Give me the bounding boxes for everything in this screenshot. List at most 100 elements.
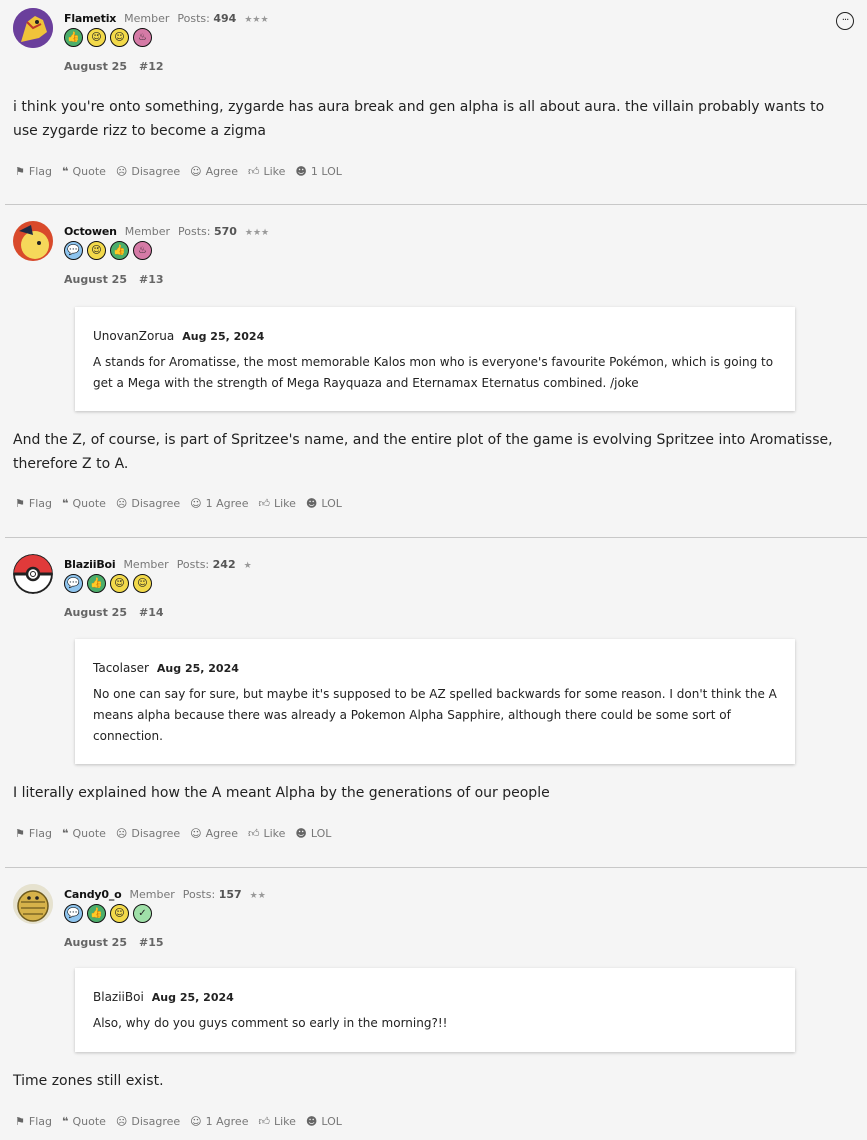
agree-button[interactable]: ☺ Agree: [190, 827, 238, 840]
post-number[interactable]: #15: [139, 936, 164, 949]
avatar[interactable]: [13, 554, 53, 594]
disagree-face-icon: ☹: [115, 165, 128, 178]
quote-text: No one can say for sure, but maybe it's …: [93, 687, 777, 743]
flag-button[interactable]: ⚑ Flag: [15, 1115, 52, 1128]
post-dateline: August 25 #14: [64, 606, 164, 619]
quote-date[interactable]: Aug 25, 2024: [182, 330, 264, 343]
quote-date[interactable]: Aug 25, 2024: [152, 991, 234, 1004]
agree-face-icon: ☺: [190, 827, 202, 840]
agree-button[interactable]: ☺ 1 Agree: [190, 497, 248, 510]
flag-button[interactable]: ⚑ Flag: [15, 165, 52, 178]
flag-button[interactable]: ⚑ Flag: [15, 497, 52, 510]
lol-button[interactable]: ☻ LOL: [306, 497, 342, 510]
post-count: Posts: 242: [176, 558, 236, 571]
checkmark-badge-icon: ✓: [133, 904, 152, 923]
like-button[interactable]: 👍︎ Like: [258, 1115, 295, 1128]
user-meta: BlaziiBoi Member Posts: 242 ★: [64, 558, 252, 571]
quote-date[interactable]: Aug 25, 2024: [157, 662, 239, 675]
wink-badge-icon: 😉: [110, 574, 129, 593]
user-meta: Octowen Member Posts: 570 ★★★: [64, 225, 269, 238]
post-count: Posts: 494: [177, 12, 237, 25]
quote-block: Tacolaser Aug 25, 2024 No one can say for…: [75, 639, 795, 764]
thumbs-up-badge-icon: 👍: [87, 904, 106, 923]
post-dateline: August 25 #15: [64, 936, 164, 949]
flag-icon: ⚑: [15, 827, 25, 840]
thumbs-up-badge-icon: 👍: [87, 574, 106, 593]
post-date[interactable]: August 25: [64, 60, 127, 73]
rank-stars: ★★★: [244, 15, 269, 25]
post-divider: [5, 204, 867, 205]
agree-face-icon: ☺: [190, 165, 202, 178]
agree-button[interactable]: ☺ Agree: [190, 165, 238, 178]
quote-block: UnovanZorua Aug 25, 2024 A stands for Aro…: [75, 307, 795, 411]
disagree-button[interactable]: ☹ Disagree: [116, 1115, 180, 1128]
speech-bubble-badge-icon: 💬: [64, 574, 83, 593]
badge-row: 💬 👍 😉 ☺: [64, 574, 152, 593]
quote-author[interactable]: Tacolaser: [93, 661, 149, 675]
avatar[interactable]: [13, 8, 53, 48]
quote-author[interactable]: UnovanZorua: [93, 329, 174, 343]
badge-row: 👍 😉 ☺ ♨: [64, 28, 152, 47]
badge-row: 💬 👍 ☺ ✓: [64, 904, 152, 923]
post-body: I literally explained how the A meant Al…: [13, 785, 550, 801]
post-number[interactable]: #14: [139, 606, 164, 619]
quote-button[interactable]: ❝ Quote: [62, 827, 106, 840]
laugh-face-icon: ☻: [305, 497, 318, 510]
post: Candy0_o Member Posts: 157 ★★ 💬 👍 ☺ ✓ Augus…: [0, 876, 867, 1140]
agree-button[interactable]: ☺ 1 Agree: [190, 1115, 248, 1128]
disagree-button[interactable]: ☹ Disagree: [116, 165, 180, 178]
user-meta: Flametix Member Posts: 494 ★★★: [64, 12, 269, 25]
post-number[interactable]: #13: [139, 273, 164, 286]
quote-button[interactable]: ❝ Quote: [62, 165, 106, 178]
thumbs-up-icon: 👍︎: [247, 827, 260, 840]
username[interactable]: Candy0_o: [64, 888, 122, 901]
thumbs-up-badge-icon: 👍: [110, 241, 129, 260]
quote-button[interactable]: ❝ Quote: [62, 1115, 106, 1128]
disagree-button[interactable]: ☹ Disagree: [116, 827, 180, 840]
like-button[interactable]: 👍︎ Like: [248, 165, 285, 178]
post: BlaziiBoi Member Posts: 242 ★ 💬 👍 😉 ☺ Augus…: [0, 546, 867, 868]
quote-icon: ❝: [61, 827, 69, 840]
username[interactable]: Octowen: [64, 225, 117, 238]
post-actions: ⚑ Flag ❝ Quote ☹ Disagree ☺ 1 Agree 👍︎ Like ☻…: [15, 497, 352, 510]
quote-author[interactable]: BlaziiBoi: [93, 990, 144, 1004]
post-number[interactable]: #12: [139, 60, 164, 73]
avatar[interactable]: [13, 884, 53, 924]
rank-stars: ★★: [249, 891, 266, 901]
post-count: Posts: 570: [178, 225, 237, 238]
post-date[interactable]: August 25: [64, 936, 127, 949]
user-role: Member: [129, 888, 175, 901]
badge-row: 💬 😉 👍 ♨: [64, 241, 152, 260]
quote-button[interactable]: ❝ Quote: [62, 497, 106, 510]
like-button[interactable]: 👍︎ Like: [248, 827, 285, 840]
quote-text: Also, why do you guys comment so early i…: [93, 1016, 448, 1030]
post-body: And the Z, of course, is part of Spritze…: [13, 432, 833, 472]
quote-icon: ❝: [61, 165, 69, 178]
smile-badge-icon: ☺: [110, 904, 129, 923]
post-date[interactable]: August 25: [64, 273, 127, 286]
more-options-icon[interactable]: ···: [836, 12, 854, 30]
post-date[interactable]: August 25: [64, 606, 127, 619]
post-divider: [5, 867, 867, 868]
flag-icon: ⚑: [15, 497, 25, 510]
disagree-button[interactable]: ☹ Disagree: [116, 497, 180, 510]
lol-button[interactable]: ☻ 1 LOL: [295, 165, 342, 178]
wink-badge-icon: 😉: [87, 241, 106, 260]
avatar[interactable]: [13, 221, 53, 261]
agree-face-icon: ☺: [190, 497, 202, 510]
quote-icon: ❝: [61, 1115, 69, 1128]
flag-button[interactable]: ⚑ Flag: [15, 827, 52, 840]
lol-button[interactable]: ☻ LOL: [295, 827, 331, 840]
disagree-face-icon: ☹: [115, 1115, 128, 1128]
cake-badge-icon: ♨: [133, 241, 152, 260]
username[interactable]: Flametix: [64, 12, 116, 25]
flag-icon: ⚑: [15, 1115, 25, 1128]
like-button[interactable]: 👍︎ Like: [258, 497, 295, 510]
quote-icon: ❝: [61, 497, 69, 510]
laugh-face-icon: ☻: [295, 165, 307, 178]
post-count: Posts: 157: [182, 888, 242, 901]
username[interactable]: BlaziiBoi: [64, 558, 116, 571]
post-dateline: August 25 #12: [64, 60, 164, 73]
user-role: Member: [124, 225, 170, 238]
lol-button[interactable]: ☻ LOL: [306, 1115, 342, 1128]
